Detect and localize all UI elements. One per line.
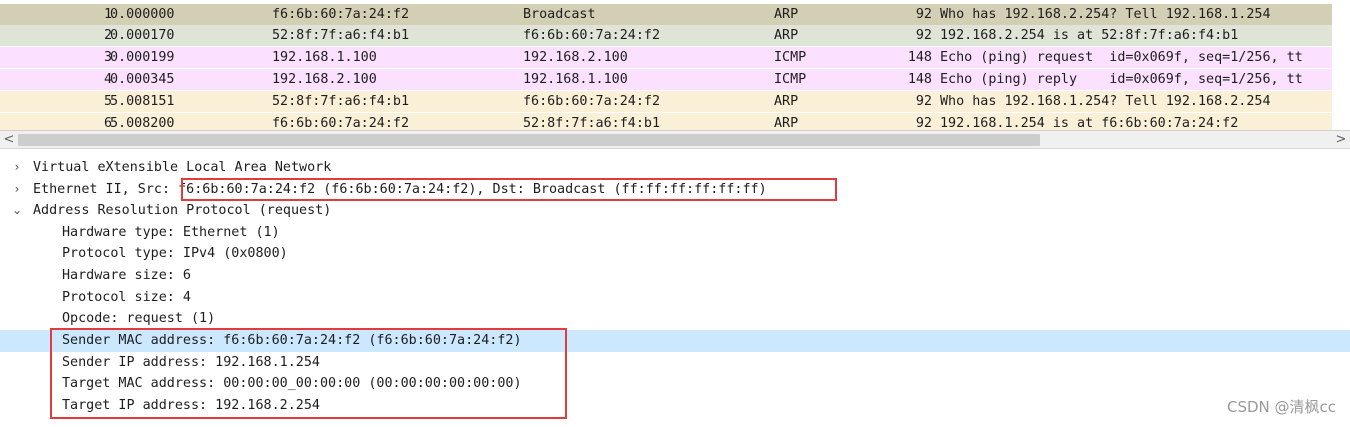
- packet-details-tree[interactable]: › Virtual eXtensible Local Area Network …: [0, 156, 1350, 427]
- tree-item-label: Target IP address: 192.168.2.254: [62, 398, 320, 413]
- tree-item-label: Hardware size: 6: [62, 268, 191, 283]
- packet-number: 1: [103, 7, 112, 22]
- packet-number: 5: [103, 94, 112, 109]
- packet-number: 4: [103, 72, 112, 87]
- tree-item-label: Virtual eXtensible Local Area Network: [33, 160, 332, 175]
- tree-item-vxlan[interactable]: › Virtual eXtensible Local Area Network: [0, 157, 1350, 179]
- packet-length: 92: [915, 94, 932, 109]
- packet-info: 192.168.1.254 is at f6:6b:60:7a:24:f2: [940, 116, 1239, 131]
- packet-row[interactable]: 5 5.008151 52:8f:7f:a6:f4:b1 f6:6b:60:7a…: [0, 91, 1332, 112]
- packet-source: f6:6b:60:7a:24:f2: [272, 116, 410, 131]
- packet-source: 192.168.1.100: [272, 50, 377, 65]
- packet-protocol: ARP: [774, 7, 799, 22]
- tree-item-sender-ip[interactable]: Sender IP address: 192.168.1.254: [0, 352, 1350, 374]
- packet-destination: Broadcast: [523, 7, 596, 22]
- scrollbar-thumb[interactable]: [18, 134, 1040, 146]
- packet-protocol: ICMP: [774, 72, 807, 87]
- tree-item-protocol-type[interactable]: Protocol type: IPv4 (0x0800): [0, 243, 1350, 265]
- tree-item-label: Opcode: request (1): [62, 311, 216, 326]
- packet-info: Who has 192.168.2.254? Tell 192.168.1.25…: [940, 7, 1271, 22]
- packet-list[interactable]: 1 0.000000 f6:6b:60:7a:24:f2 Broadcast A…: [0, 0, 1350, 131]
- packet-info: Who has 192.168.1.254? Tell 192.168.2.25…: [940, 94, 1271, 109]
- packet-info: Echo (ping) request id=0x069f, seq=1/256…: [940, 50, 1303, 65]
- ethernet-highlight-text: f6:6b:60:7a:24:f2 (f6:6b:60:7a:24:f2), D…: [178, 182, 767, 197]
- tree-item-arp[interactable]: ⌄ Address Resolution Protocol (request): [0, 200, 1350, 222]
- packet-source: f6:6b:60:7a:24:f2: [272, 7, 410, 22]
- packet-row[interactable]: 6 5.008200 f6:6b:60:7a:24:f2 52:8f:7f:a6…: [0, 113, 1332, 131]
- packet-number: 6: [103, 116, 112, 131]
- packet-length: 148: [907, 50, 932, 65]
- packet-number: 3: [103, 50, 112, 65]
- tree-item-label: Protocol size: 4: [62, 290, 191, 305]
- packet-row[interactable]: 3 0.000199 192.168.1.100 192.168.2.100 I…: [0, 47, 1332, 68]
- packet-source: 52:8f:7f:a6:f4:b1: [272, 94, 410, 109]
- tree-item-label: Protocol type: IPv4 (0x0800): [62, 246, 288, 261]
- packet-time: 0.000199: [110, 50, 175, 65]
- tree-item-opcode[interactable]: Opcode: request (1): [0, 308, 1350, 330]
- chevron-right-icon[interactable]: ›: [10, 157, 24, 179]
- packet-length: 148: [907, 72, 932, 87]
- packet-protocol: ICMP: [774, 50, 807, 65]
- horizontal-scrollbar[interactable]: < >: [0, 131, 1350, 149]
- watermark: CSDN @清枫cc: [1226, 398, 1336, 416]
- packet-destination: 192.168.1.100: [523, 72, 628, 87]
- packet-row[interactable]: 4 0.000345 192.168.2.100 192.168.1.100 I…: [0, 69, 1332, 90]
- packet-info: 192.168.2.254 is at 52:8f:7f:a6:f4:b1: [940, 28, 1239, 43]
- scroll-left-icon[interactable]: <: [0, 131, 18, 149]
- tree-item-label: Target MAC address: 00:00:00_00:00:00 (0…: [62, 376, 522, 391]
- tree-item-protocol-size[interactable]: Protocol size: 4: [0, 287, 1350, 309]
- tree-item-target-mac[interactable]: Target MAC address: 00:00:00_00:00:00 (0…: [0, 373, 1350, 395]
- tree-item-label: Address Resolution Protocol (request): [33, 203, 332, 218]
- packet-destination: f6:6b:60:7a:24:f2: [523, 28, 661, 43]
- packet-row[interactable]: 2 0.000170 52:8f:7f:a6:f4:b1 f6:6b:60:7a…: [0, 25, 1332, 46]
- chevron-down-icon[interactable]: ⌄: [10, 200, 24, 222]
- packet-length: 92: [915, 116, 932, 131]
- tree-item-label: Hardware type: Ethernet (1): [62, 225, 280, 240]
- vertical-scrollbar[interactable]: [1332, 0, 1350, 130]
- tree-item-ethernet[interactable]: › Ethernet II, Src: f6:6b:60:7a:24:f2 (f…: [0, 179, 1350, 201]
- tree-item-sender-mac[interactable]: Sender MAC address: f6:6b:60:7a:24:f2 (f…: [0, 330, 1350, 352]
- packet-time: 5.008200: [110, 116, 175, 131]
- packet-number: 2: [103, 28, 112, 43]
- packet-protocol: ARP: [774, 116, 799, 131]
- tree-item-hardware-type[interactable]: Hardware type: Ethernet (1): [0, 222, 1350, 244]
- packet-time: 0.000345: [110, 72, 175, 87]
- packet-source: 52:8f:7f:a6:f4:b1: [272, 28, 410, 43]
- ethernet-prefix: Ethernet II, Src:: [33, 182, 179, 197]
- tree-item-label: Ethernet II, Src: f6:6b:60:7a:24:f2 (f6:…: [33, 179, 767, 201]
- scroll-right-icon[interactable]: >: [1332, 131, 1350, 149]
- packet-time: 0.000000: [110, 7, 175, 22]
- packet-protocol: ARP: [774, 28, 799, 43]
- packet-destination: 192.168.2.100: [523, 50, 628, 65]
- packet-length: 92: [915, 28, 932, 43]
- tree-item-label: Sender MAC address: f6:6b:60:7a:24:f2 (f…: [62, 333, 522, 348]
- packet-row[interactable]: 1 0.000000 f6:6b:60:7a:24:f2 Broadcast A…: [0, 4, 1332, 25]
- tree-item-target-ip[interactable]: Target IP address: 192.168.2.254: [0, 395, 1350, 417]
- packet-time: 5.008151: [110, 94, 175, 109]
- packet-info: Echo (ping) reply id=0x069f, seq=1/256, …: [940, 72, 1303, 87]
- tree-item-hardware-size[interactable]: Hardware size: 6: [0, 265, 1350, 287]
- packet-destination: f6:6b:60:7a:24:f2: [523, 94, 661, 109]
- packet-protocol: ARP: [774, 94, 799, 109]
- tree-item-label: Sender IP address: 192.168.1.254: [62, 355, 320, 370]
- packet-destination: 52:8f:7f:a6:f4:b1: [523, 116, 661, 131]
- packet-time: 0.000170: [110, 28, 175, 43]
- packet-length: 92: [915, 7, 932, 22]
- packet-source: 192.168.2.100: [272, 72, 377, 87]
- chevron-right-icon[interactable]: ›: [10, 179, 24, 201]
